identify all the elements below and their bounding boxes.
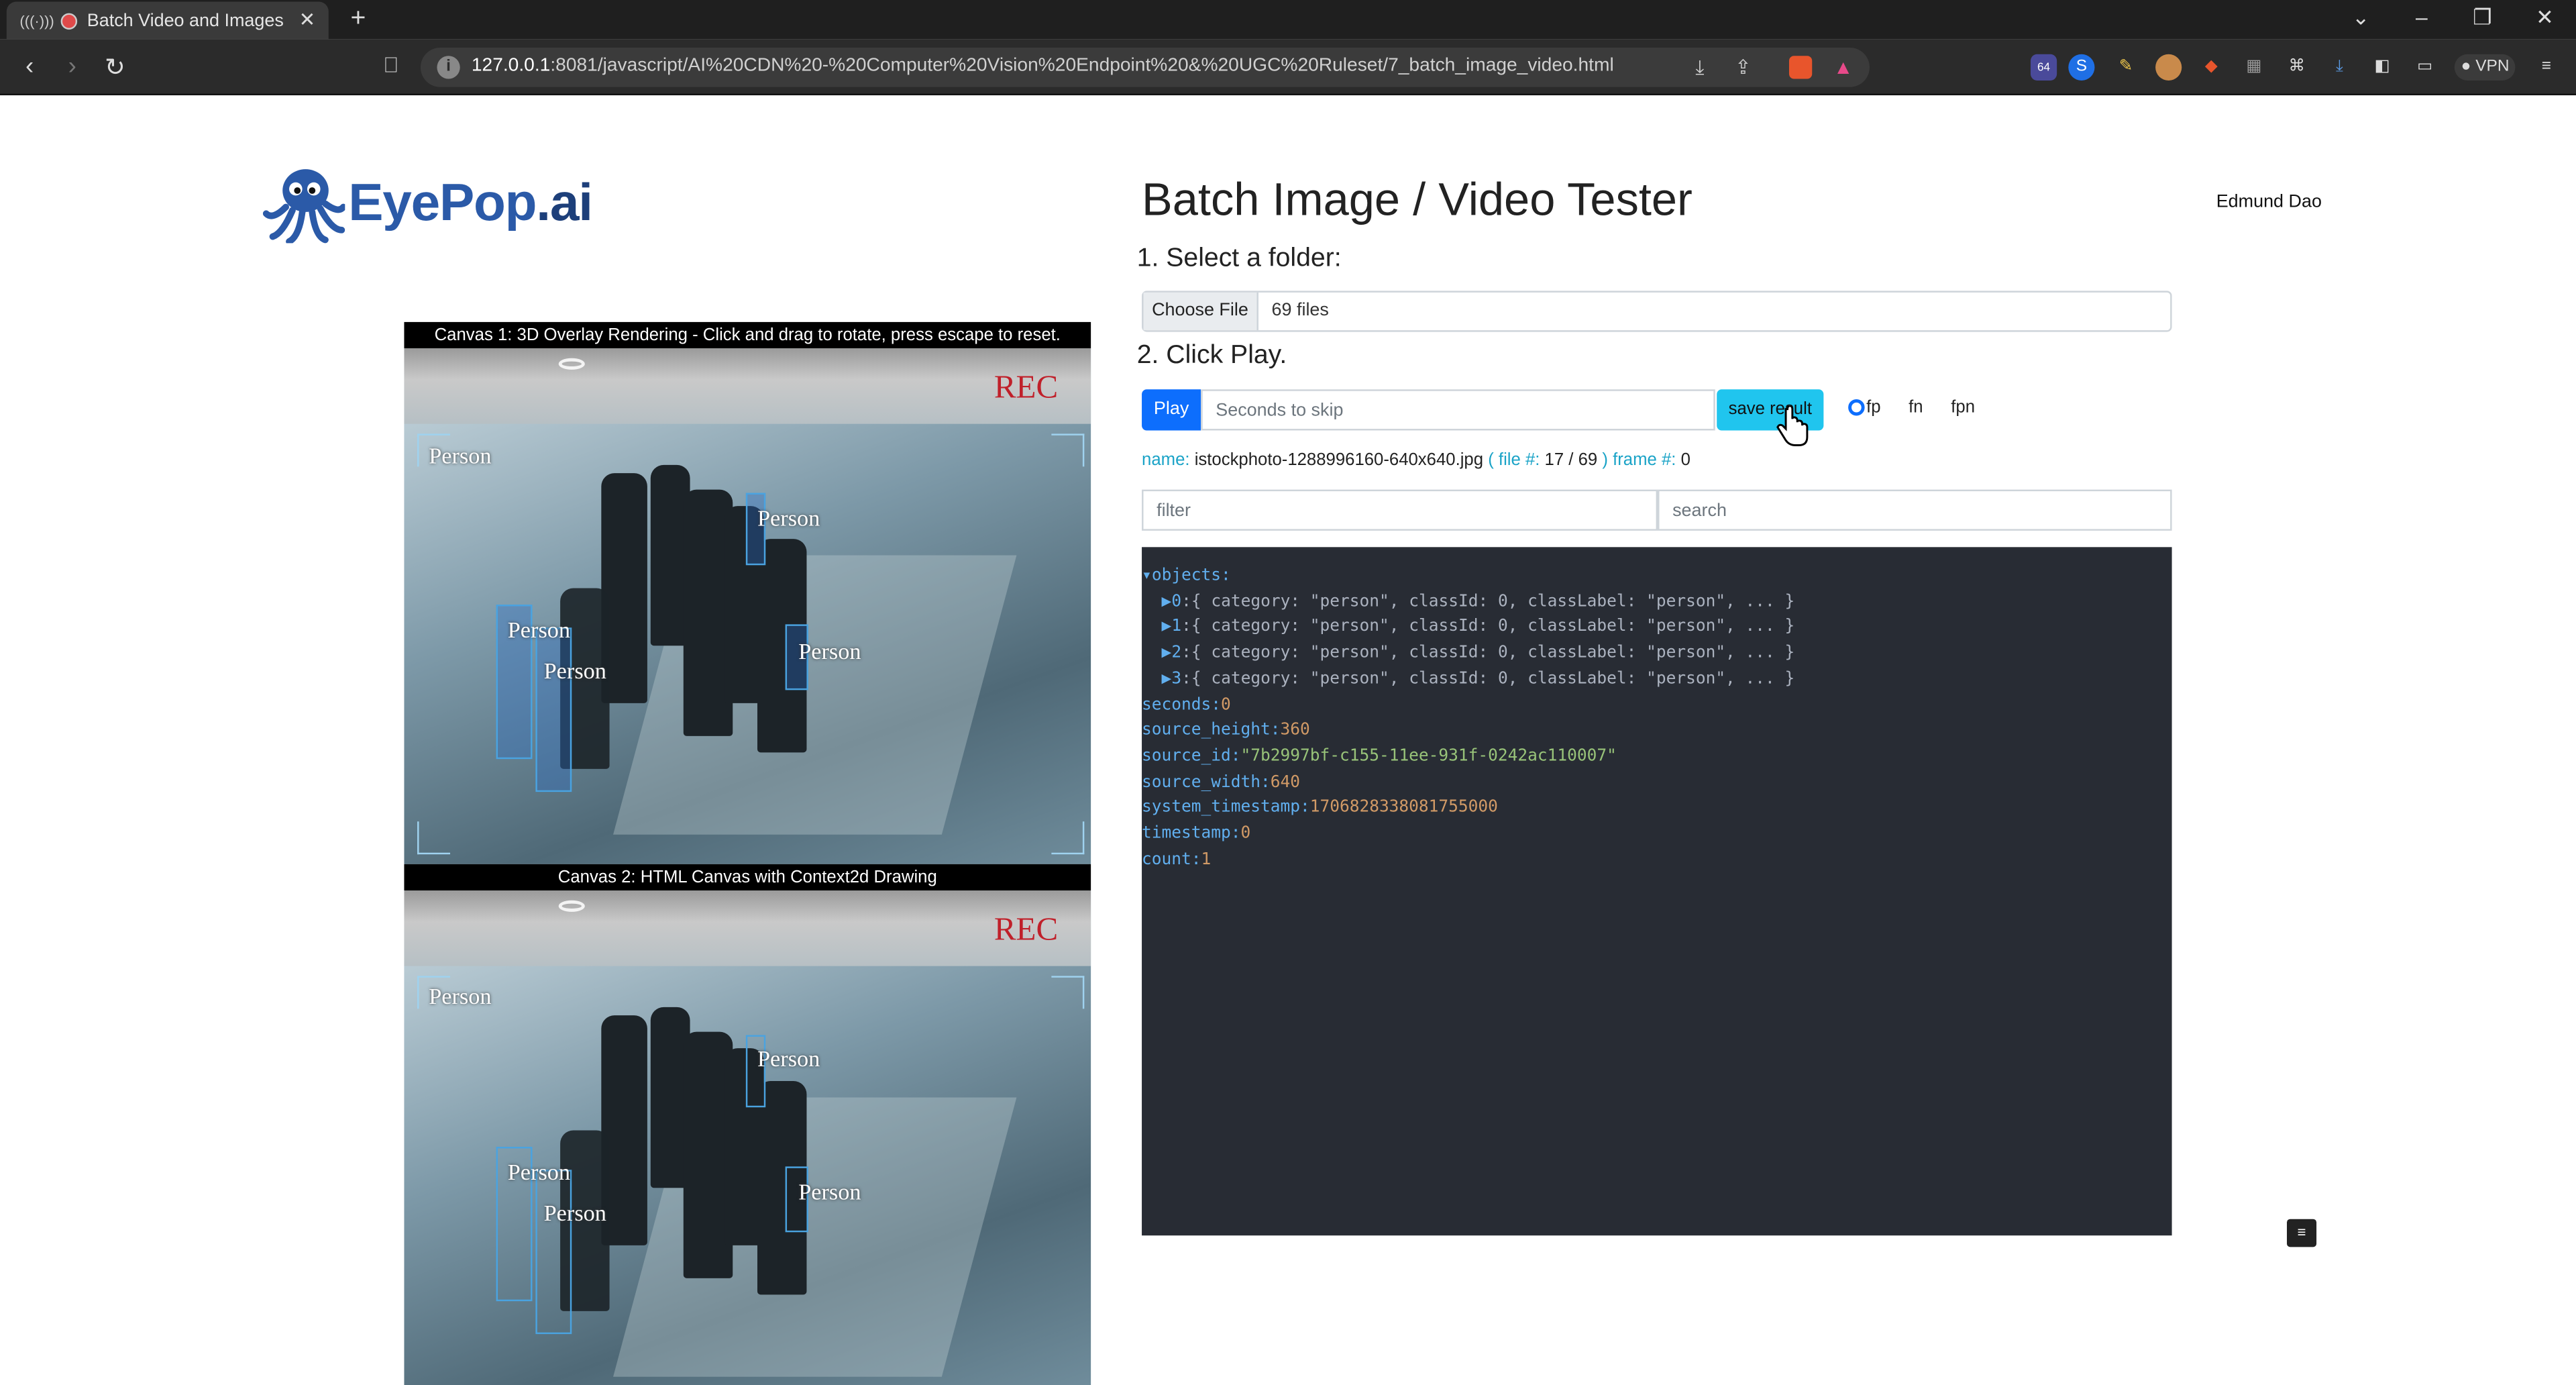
close-window-icon[interactable]: ✕ bbox=[2528, 5, 2561, 31]
brave-rewards-icon[interactable]: ▲ bbox=[1833, 56, 1853, 79]
puzzle-icon[interactable]: ⌘ bbox=[2284, 54, 2310, 81]
file-meta: name: istockphoto-1288996160-640x640.jpg… bbox=[1142, 450, 1690, 470]
eyepop-logo: EyePop.ai bbox=[262, 164, 593, 244]
frame-number-value: 0 bbox=[1680, 450, 1690, 470]
download-icon[interactable]: ⤓ bbox=[1695, 56, 1704, 81]
share-icon[interactable]: ⇪ bbox=[1735, 56, 1752, 79]
sidebar-icon[interactable]: ◧ bbox=[2369, 54, 2395, 81]
detection-label: Person bbox=[429, 445, 492, 470]
downloads-icon[interactable]: ⤓ bbox=[2326, 54, 2353, 81]
radio-fp-label: fp bbox=[1866, 397, 1881, 417]
objects-node[interactable]: ▾objects: bbox=[1142, 564, 2172, 589]
bookmark-icon[interactable]: ⎕ bbox=[374, 52, 407, 79]
logo-text: EyePop.ai bbox=[348, 172, 593, 232]
step-2-heading: 2. Click Play. bbox=[1136, 342, 1287, 370]
field-row: count:1 bbox=[1142, 850, 1212, 869]
object-row[interactable]: ▶0:{ category: "person", classId: 0, cla… bbox=[1142, 589, 2172, 615]
back-icon[interactable]: ‹ bbox=[13, 52, 46, 81]
field-row: seconds:0 bbox=[1142, 695, 1231, 714]
extension-icon[interactable]: ◆ bbox=[2198, 54, 2224, 81]
radio-fpn-label: fpn bbox=[1951, 397, 1976, 417]
vpn-button[interactable]: ● VPN bbox=[2454, 54, 2516, 81]
extension-icon[interactable]: ▦ bbox=[2241, 54, 2267, 81]
step-1-heading: 1. Select a folder: bbox=[1136, 244, 1342, 273]
extension-icon[interactable]: 64 bbox=[2030, 54, 2057, 81]
detection-label: Person bbox=[757, 507, 820, 533]
detection-label: Person bbox=[543, 660, 606, 685]
field-row: source_id:"7b2997bf-c155-11ee-931f-0242a… bbox=[1142, 747, 1617, 766]
rec-label: REC bbox=[994, 911, 1059, 948]
hand-cursor-icon bbox=[1776, 405, 1809, 446]
detection-label: Person bbox=[429, 986, 492, 1011]
address-bar[interactable]: i 127.0.0.1:8081/javascript/AI%20CDN%20-… bbox=[420, 48, 1870, 87]
url-text[interactable]: 127.0.0.1:8081/javascript/AI%20CDN%20-%2… bbox=[472, 56, 1614, 75]
brave-shield-icon[interactable] bbox=[1788, 56, 1813, 79]
camera-housing bbox=[404, 890, 1091, 970]
tab-title: Batch Video and Images bbox=[87, 10, 284, 31]
recording-icon bbox=[60, 12, 78, 29]
user-name: Edmund Dao bbox=[2216, 192, 2322, 212]
radio-fp[interactable] bbox=[1848, 399, 1865, 416]
object-row[interactable]: ▶1:{ category: "person", classId: 0, cla… bbox=[1142, 615, 2172, 641]
field-row: source_width:640 bbox=[1142, 773, 1301, 792]
field-row: timestamp:0 bbox=[1142, 825, 1251, 843]
audio-icon: (((·))) bbox=[19, 12, 54, 29]
octopus-icon bbox=[262, 169, 345, 244]
play-button[interactable]: Play bbox=[1142, 389, 1201, 431]
detection-label: Person bbox=[798, 640, 861, 666]
detection-label: Person bbox=[798, 1181, 861, 1207]
wallet-icon[interactable]: ▭ bbox=[2412, 54, 2438, 81]
close-tab-icon[interactable]: ✕ bbox=[299, 8, 316, 31]
detection-label: Person bbox=[757, 1048, 820, 1073]
minimize-icon[interactable]: – bbox=[2405, 5, 2438, 30]
menu-toggle-icon[interactable]: ≡ bbox=[2287, 1219, 2317, 1247]
radio-fn-label: fn bbox=[1909, 397, 1923, 417]
canvas-2-view[interactable]: REC Person Person Person Person Person bbox=[404, 890, 1091, 1385]
canvas-2[interactable]: Canvas 2: HTML Canvas with Context2d Dra… bbox=[404, 864, 1091, 1385]
menu-icon[interactable]: ≡ bbox=[2533, 54, 2559, 81]
camera-lens-icon bbox=[558, 358, 585, 370]
cookie-icon[interactable] bbox=[2155, 54, 2182, 81]
folder-file-input[interactable]: Choose File 69 files bbox=[1142, 291, 2172, 332]
filter-input[interactable]: filter bbox=[1142, 489, 1658, 531]
camera-lens-icon bbox=[558, 900, 585, 912]
rec-label: REC bbox=[994, 369, 1059, 406]
files-count: 69 files bbox=[1271, 301, 1329, 321]
site-info-icon[interactable]: i bbox=[437, 56, 460, 79]
canvas-1[interactable]: Canvas 1: 3D Overlay Rendering - Click a… bbox=[404, 321, 1091, 864]
object-row[interactable]: ▶2:{ category: "person", classId: 0, cla… bbox=[1142, 641, 2172, 666]
canvas-1-caption: Canvas 1: 3D Overlay Rendering - Click a… bbox=[404, 321, 1091, 349]
file-number-value: 17 / 69 bbox=[1544, 450, 1598, 470]
browser-toolbar: ‹ › ↻ ⎕ i 127.0.0.1:8081/javascript/AI%2… bbox=[0, 39, 2576, 96]
camera-housing bbox=[404, 348, 1091, 427]
detection-box bbox=[535, 627, 572, 792]
file-name-value: istockphoto-1288996160-640x640.jpg bbox=[1194, 450, 1484, 470]
seconds-to-skip-input[interactable]: Seconds to skip bbox=[1201, 389, 1715, 431]
object-row[interactable]: ▶3:{ category: "person", classId: 0, cla… bbox=[1142, 667, 2172, 692]
tab-bar: (((·))) Batch Video and Images ✕ + ⌄ – ❐… bbox=[0, 0, 2576, 40]
field-row: source_height:360 bbox=[1142, 721, 1310, 740]
detection-label: Person bbox=[507, 1162, 571, 1186]
forward-icon[interactable]: › bbox=[56, 52, 89, 81]
extension-icon[interactable]: S bbox=[2068, 54, 2095, 81]
browser-tab[interactable]: (((·))) Batch Video and Images ✕ bbox=[6, 1, 329, 40]
detection-label: Person bbox=[507, 619, 571, 644]
page-title: Batch Image / Video Tester bbox=[1142, 174, 1693, 225]
canvas-1-view[interactable]: REC Person Person Person Person Person bbox=[404, 348, 1091, 864]
canvas-2-caption: Canvas 2: HTML Canvas with Context2d Dra… bbox=[404, 864, 1091, 891]
detection-label: Person bbox=[543, 1202, 606, 1227]
tab-search-icon[interactable]: ⌄ bbox=[2345, 5, 2377, 31]
reload-icon[interactable]: ↻ bbox=[99, 52, 131, 83]
detection-box bbox=[535, 1170, 572, 1335]
choose-file-button[interactable]: Choose File bbox=[1143, 292, 1258, 331]
new-tab-button[interactable]: + bbox=[341, 3, 374, 36]
result-type-radio-group: fp fn fpn bbox=[1848, 398, 1988, 417]
extension-icon[interactable]: ✎ bbox=[2112, 54, 2139, 81]
radio-fpn[interactable] bbox=[1936, 401, 1949, 414]
field-row: system_timestamp:1706828338081755000 bbox=[1142, 799, 1498, 817]
json-result-viewer[interactable]: ▾objects: ▶0:{ category: "person", class… bbox=[1142, 547, 2172, 1236]
restore-icon[interactable]: ❐ bbox=[2466, 5, 2499, 31]
search-input[interactable]: search bbox=[1658, 489, 2172, 531]
radio-fn[interactable] bbox=[1894, 401, 1907, 414]
